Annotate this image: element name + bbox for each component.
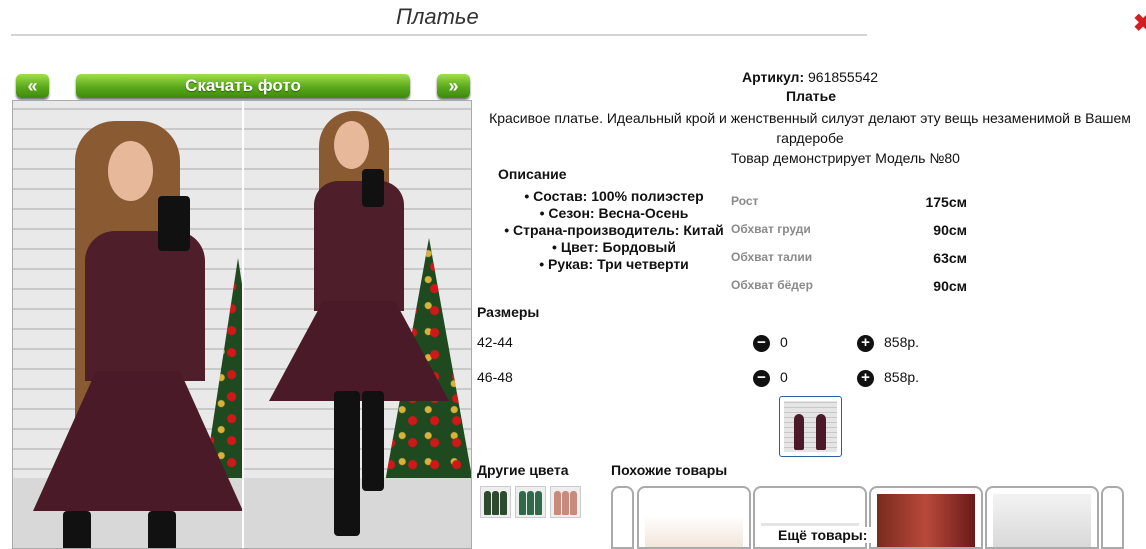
- swatch-figure: [526, 491, 534, 515]
- article-line: Артикул: 961855542: [742, 69, 878, 85]
- swatch-figure: [553, 491, 561, 515]
- size-row: 42-44 − 0 + 858р.: [477, 334, 937, 354]
- similar-product-image: [877, 494, 975, 547]
- measurement-label: Обхват груди: [731, 222, 811, 236]
- measurement-value: 175см: [925, 194, 967, 210]
- model-face: [334, 121, 369, 169]
- photo-left-view: [13, 101, 242, 548]
- measurement-row: Обхват бёдер 90см: [731, 278, 967, 294]
- measurement-row: Обхват талии 63см: [731, 250, 967, 266]
- close-icon[interactable]: ✖: [1133, 12, 1146, 36]
- swatch-figure: [535, 491, 543, 515]
- description-heading: Описание: [498, 166, 567, 182]
- decrease-quantity-button[interactable]: −: [753, 370, 770, 387]
- other-colors-heading: Другие цвета: [477, 462, 569, 478]
- product-description: Красивое платье. Идеальный крой и женств…: [489, 110, 1131, 146]
- size-label: 46-48: [477, 369, 513, 385]
- page-title: Платье: [396, 4, 479, 29]
- photo-right-view: [242, 101, 471, 548]
- increase-quantity-button[interactable]: +: [857, 370, 874, 387]
- more-goods-label: Ещё товары:: [774, 527, 872, 543]
- title-divider: [11, 34, 867, 36]
- sizes-heading: Размеры: [477, 304, 540, 320]
- model-boot: [148, 511, 176, 548]
- similar-product-card[interactable]: [985, 486, 1099, 549]
- color-swatch[interactable]: [550, 486, 581, 518]
- swatch-figure: [518, 491, 526, 515]
- description-item: Рукав: Три четверти: [480, 256, 748, 273]
- model-boot: [362, 391, 384, 491]
- color-swatch[interactable]: [515, 486, 546, 518]
- swatch-figure: [491, 491, 499, 515]
- measurement-row: Обхват груди 90см: [731, 222, 967, 238]
- model-dress-top: [314, 181, 404, 311]
- measurement-label: Обхват бёдер: [731, 278, 813, 292]
- model-dress-top: [85, 231, 205, 381]
- measurement-value: 63см: [933, 250, 967, 266]
- size-label: 42-44: [477, 334, 513, 350]
- model-boot: [334, 391, 360, 536]
- article-value: 961855542: [808, 69, 879, 85]
- model-face: [108, 141, 153, 201]
- decrease-quantity-button[interactable]: −: [753, 335, 770, 352]
- description-item: Цвет: Бордовый: [480, 239, 748, 256]
- similar-product-image: [993, 494, 1091, 547]
- size-price: 858р.: [884, 334, 920, 350]
- increase-quantity-button[interactable]: +: [857, 335, 874, 352]
- measurement-value: 90см: [933, 222, 967, 238]
- measurement-label: Рост: [731, 194, 759, 208]
- size-row: 46-48 − 0 + 858р.: [477, 369, 937, 389]
- similar-product-card[interactable]: [637, 486, 751, 549]
- photo-thumbnail[interactable]: [779, 396, 842, 457]
- measurement-label: Обхват талии: [731, 250, 813, 264]
- similar-product-image: [645, 494, 743, 547]
- article-label: Артикул:: [742, 69, 805, 85]
- model-info: Товар демонстрирует Модель №80: [731, 150, 960, 166]
- model-dress-skirt: [33, 371, 242, 511]
- product-photo[interactable]: [12, 100, 472, 549]
- phone-icon: [158, 196, 190, 251]
- similar-products-heading: Похожие товары: [611, 462, 728, 478]
- thumbnail-figure: [816, 414, 826, 450]
- swatch-figure: [570, 491, 578, 515]
- product-name: Платье: [786, 88, 836, 104]
- size-price: 858р.: [884, 369, 920, 385]
- carousel-prev-button[interactable]: [611, 486, 634, 549]
- model-boot: [63, 511, 91, 548]
- quantity-value: 0: [780, 334, 788, 350]
- swatch-figure: [483, 491, 491, 515]
- color-swatch[interactable]: [480, 486, 511, 518]
- thumbnail-figure: [794, 414, 804, 450]
- carousel-next-button[interactable]: [1101, 486, 1124, 549]
- measurement-row: Рост 175см: [731, 194, 967, 210]
- description-item: Состав: 100% полиэстер: [480, 188, 748, 205]
- thumbnail-image: [784, 401, 837, 452]
- phone-icon: [362, 169, 384, 207]
- quantity-value: 0: [780, 369, 788, 385]
- description-item: Страна-производитель: Китай: [480, 222, 748, 239]
- swatch-figure: [500, 491, 508, 515]
- description-list: Состав: 100% полиэстер Сезон: Весна-Осен…: [480, 188, 748, 273]
- description-item: Сезон: Весна-Осень: [480, 205, 748, 222]
- swatch-figure: [561, 491, 569, 515]
- measurement-value: 90см: [933, 278, 967, 294]
- similar-product-card[interactable]: [869, 486, 983, 549]
